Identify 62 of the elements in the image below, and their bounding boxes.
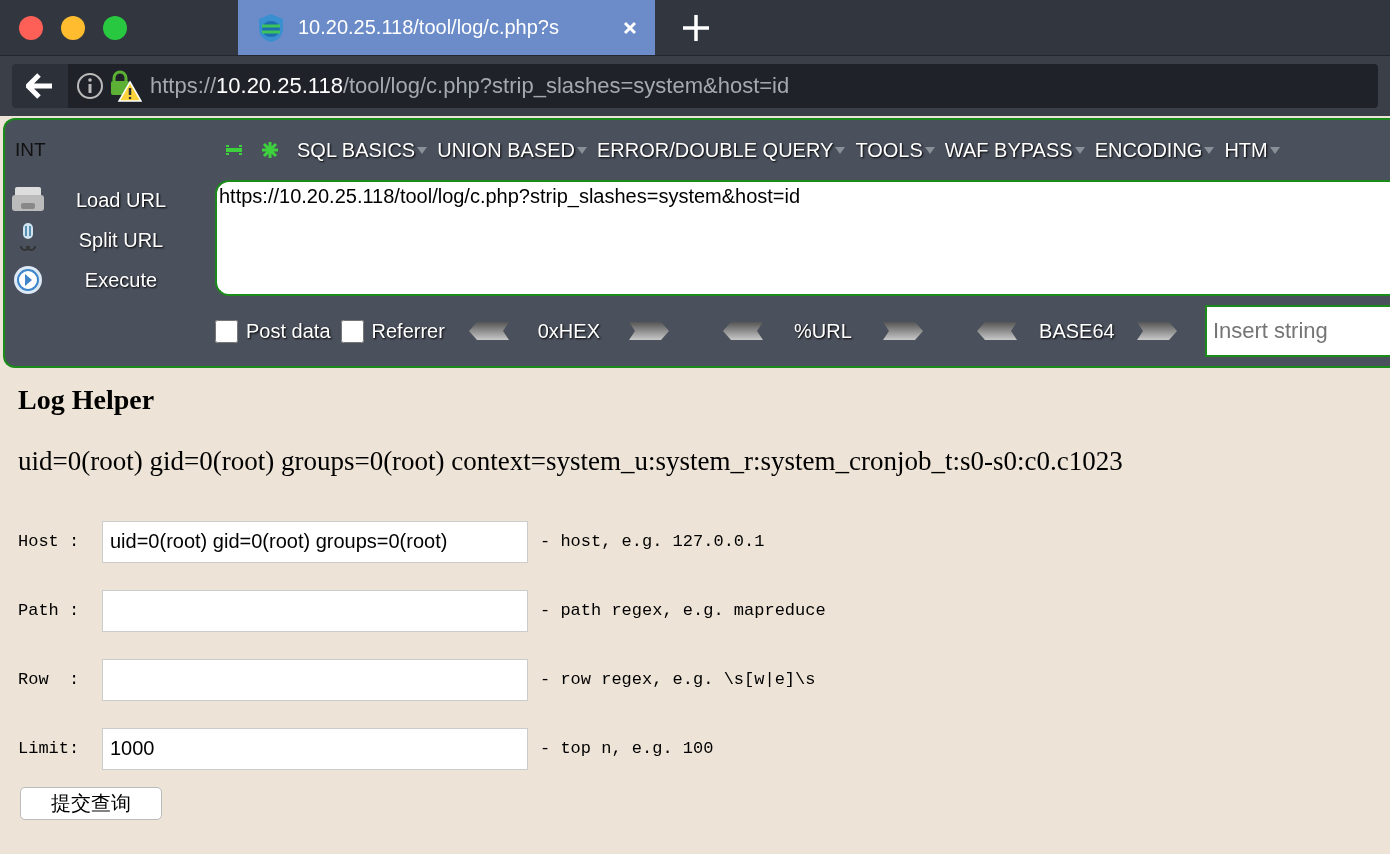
action-button[interactable]: Split URL bbox=[46, 227, 196, 253]
info-icon[interactable] bbox=[76, 72, 104, 100]
tab-title: 10.20.25.118/tool/log/c.php?s bbox=[298, 16, 560, 39]
lock-warning-icon[interactable] bbox=[108, 70, 142, 102]
field-label: Row : bbox=[18, 670, 81, 689]
menu-button[interactable]: HTM bbox=[1224, 138, 1280, 162]
right-arrow-icon[interactable] bbox=[628, 322, 669, 340]
caret-icon bbox=[1204, 146, 1215, 154]
back-button[interactable] bbox=[12, 64, 68, 108]
address-bar[interactable]: https://10.20.25.118/tool/log/c.php?strip_slashes=system&host=id bbox=[68, 64, 1378, 108]
field-label: Limit: bbox=[18, 739, 81, 758]
submit-button[interactable]: 提交查询 bbox=[20, 787, 162, 820]
menu-button[interactable]: ENCODING bbox=[1094, 138, 1215, 162]
checkbox[interactable] bbox=[215, 319, 238, 343]
window-control-button[interactable] bbox=[19, 15, 43, 40]
input-field[interactable] bbox=[102, 589, 528, 632]
plus-icon[interactable] bbox=[261, 141, 279, 159]
checkbox-label: Referrer bbox=[371, 319, 445, 343]
left-arrow-icon[interactable] bbox=[722, 322, 763, 340]
window-control-button[interactable] bbox=[61, 15, 85, 40]
back-arrow-icon bbox=[26, 73, 54, 99]
input-field[interactable]: 1000 bbox=[102, 727, 528, 770]
action-button[interactable]: Execute bbox=[46, 267, 196, 293]
menu-button[interactable]: ERROR/DOUBLE QUERY bbox=[597, 138, 846, 162]
page-title: Log Helper bbox=[18, 384, 156, 416]
url-text: https://10.20.25.118/tool/log/c.php?strip_slashes=system&host=id bbox=[150, 73, 790, 99]
encoding-label: %URL bbox=[792, 319, 853, 343]
field-label: Host : bbox=[18, 532, 81, 551]
menu-button[interactable]: UNION BASED bbox=[437, 138, 587, 162]
action-button[interactable]: Load URL bbox=[46, 187, 196, 213]
close-icon[interactable] bbox=[623, 20, 637, 35]
field-hint: - path regex, e.g. mapreduce bbox=[540, 601, 826, 620]
field-hint: - host, e.g. 127.0.0.1 bbox=[540, 532, 765, 551]
field-label: Path : bbox=[18, 601, 81, 620]
version-label: INT bbox=[14, 139, 47, 161]
caret-icon bbox=[1269, 146, 1280, 154]
caret-icon bbox=[1074, 146, 1085, 154]
field-hint: - top n, e.g. 100 bbox=[540, 739, 714, 758]
caret-icon bbox=[417, 146, 428, 154]
caret-icon bbox=[577, 146, 587, 154]
menu-button[interactable]: WAF BYPASS bbox=[944, 138, 1085, 162]
new-tab-icon[interactable] bbox=[681, 12, 711, 43]
insert-string-field[interactable]: Insert string bbox=[1204, 305, 1390, 357]
window-control-button[interactable] bbox=[103, 15, 127, 40]
left-arrow-icon[interactable] bbox=[468, 322, 509, 340]
encoding-label: 0xHEX bbox=[536, 319, 601, 343]
command-output: uid=0(root) gid=0(root) groups=0(root) context=system_u:system_r:system_cronjob_t:s0-s0:c0.c1023 bbox=[18, 446, 1124, 477]
caret-icon bbox=[924, 146, 935, 154]
encoding-label: BASE64 bbox=[1038, 319, 1116, 343]
minus-icon[interactable] bbox=[225, 145, 243, 155]
right-arrow-icon[interactable] bbox=[1136, 322, 1177, 340]
menu-button[interactable]: SQL BASICS bbox=[297, 138, 428, 162]
left-arrow-icon[interactable] bbox=[976, 322, 1017, 340]
checkbox[interactable] bbox=[340, 319, 364, 343]
field-hint: - row regex, e.g. \s[w|e]\s bbox=[540, 670, 816, 689]
checkbox-label: Post data bbox=[246, 319, 331, 343]
right-arrow-icon[interactable] bbox=[882, 322, 923, 340]
url-field[interactable]: https://10.20.25.118/tool/log/c.php?strip_slashes=system&host=id bbox=[215, 180, 1390, 296]
caret-icon bbox=[835, 146, 846, 154]
input-field[interactable] bbox=[102, 658, 528, 701]
input-field[interactable]: uid=0(root) gid=0(root) groups=0(root) bbox=[102, 520, 528, 563]
menu-button[interactable]: TOOLS bbox=[855, 138, 935, 162]
